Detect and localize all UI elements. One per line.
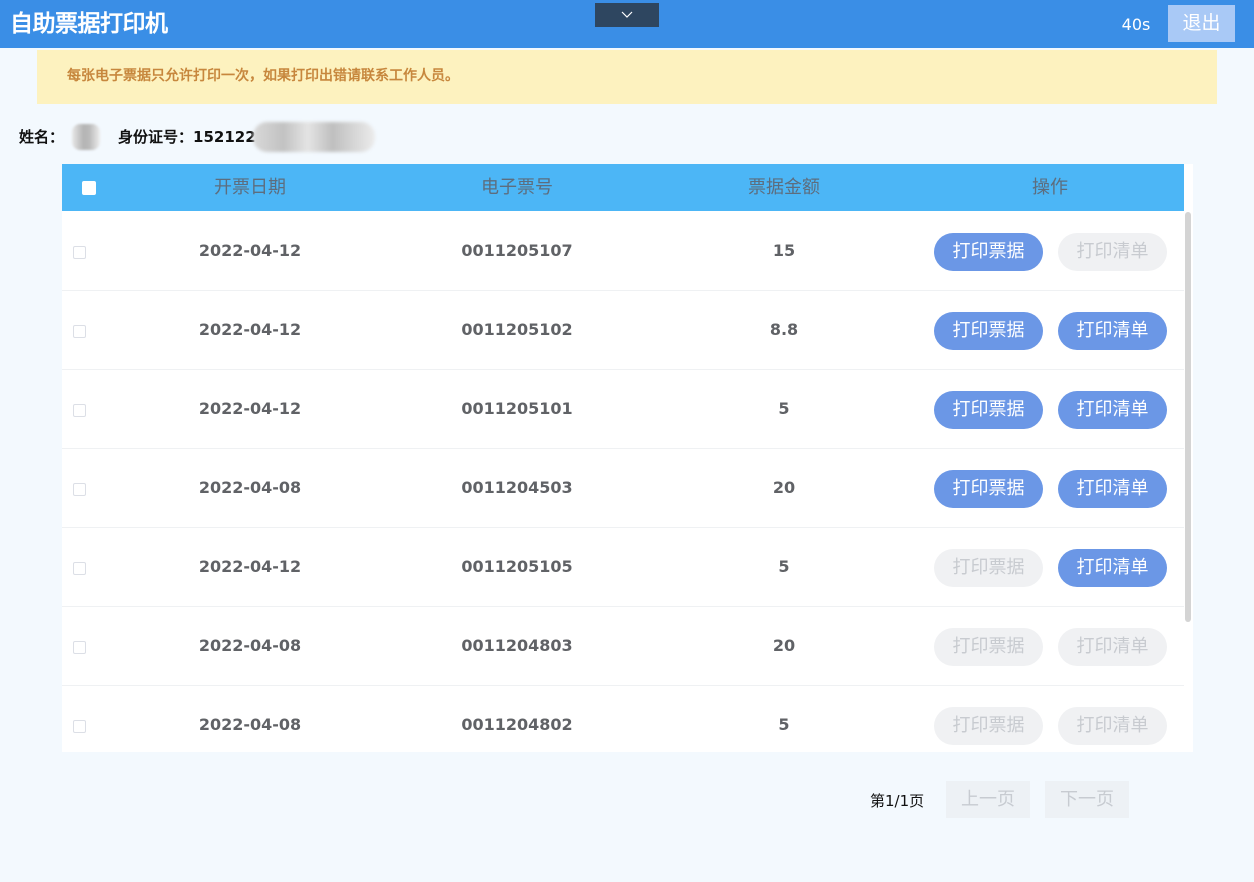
print-list-button[interactable]: 打印清单 [1058,549,1167,587]
prev-page-button[interactable]: 上一页 [946,781,1030,818]
row-checkbox[interactable] [73,483,86,496]
print-receipt-button[interactable]: 打印票据 [934,312,1043,350]
countdown-timer: 40s [1121,15,1151,34]
bill-amount-cell: 5 [778,715,790,734]
table-row: 2022-04-12 0011205105 5 打印票据 打印清单 [62,528,1184,607]
column-header-date: 开票日期 [214,177,286,198]
bill-number-cell: 0011205105 [461,557,573,576]
issue-date-cell: 2022-04-12 [198,557,302,576]
table-header: 开票日期 电子票号 票据金额 操作 [62,164,1184,211]
issue-date-cell: 2022-04-12 [198,241,302,260]
bill-number-cell: 0011204802 [461,715,573,734]
issue-date-cell: 2022-04-12 [198,320,302,339]
notice-text: 每张电子票据只允许打印一次，如果打印出错请联系工作人员。 [67,68,459,84]
bill-table: 开票日期 电子票号 票据金额 操作 2022-04-12 0011205107 15… [62,164,1193,752]
exit-button[interactable]: 退出 [1168,5,1235,42]
print-receipt-button[interactable]: 打印票据 [934,233,1043,271]
table-scrollbar[interactable] [1184,212,1193,752]
table-row: 2022-04-12 0011205107 15 打印票据 打印清单 [62,212,1184,291]
bill-amount-cell: 5 [778,557,790,576]
user-info: 姓名： 身份证号：152122 [19,122,375,152]
print-list-button[interactable]: 打印清单 [1058,312,1167,350]
issue-date-cell: 2022-04-08 [198,636,302,655]
bill-amount-cell: 20 [772,478,796,497]
print-list-button: 打印清单 [1058,628,1167,666]
print-receipt-button: 打印票据 [934,707,1043,745]
next-page-button[interactable]: 下一页 [1045,781,1129,818]
row-checkbox[interactable] [73,562,86,575]
bill-amount-cell: 5 [778,399,790,418]
app-title: 自助票据打印机 [10,11,168,37]
print-receipt-button: 打印票据 [934,549,1043,587]
print-receipt-button: 打印票据 [934,628,1043,666]
print-list-button[interactable]: 打印清单 [1058,391,1167,429]
id-label: 身份证号： [118,128,194,146]
print-receipt-button[interactable]: 打印票据 [934,391,1043,429]
print-receipt-button[interactable]: 打印票据 [934,470,1043,508]
table-row: 2022-04-08 0011204503 20 打印票据 打印清单 [62,449,1184,528]
row-checkbox[interactable] [73,720,86,733]
scrollbar-thumb[interactable] [1185,212,1191,622]
id-redacted [252,122,375,152]
bill-amount-cell: 8.8 [769,320,799,339]
notice-banner: 每张电子票据只允许打印一次，如果打印出错请联系工作人员。 [37,50,1217,104]
page-indicator: 第1/1页 [870,792,925,810]
table-row: 2022-04-12 0011205102 8.8 打印票据 打印清单 [62,291,1184,370]
chevron-down-icon [621,11,633,18]
bill-number-cell: 0011205101 [461,399,573,418]
table-row: 2022-04-08 0011204802 5 打印票据 打印清单 [62,686,1184,752]
issue-date-cell: 2022-04-12 [198,399,302,418]
table-row: 2022-04-08 0011204803 20 打印票据 打印清单 [62,607,1184,686]
print-list-button: 打印清单 [1058,707,1167,745]
table-row: 2022-04-12 0011205101 5 打印票据 打印清单 [62,370,1184,449]
name-label: 姓名： [19,128,65,146]
row-checkbox[interactable] [73,404,86,417]
print-list-button[interactable]: 打印清单 [1058,470,1167,508]
row-checkbox[interactable] [73,246,86,259]
column-header-actions: 操作 [1032,177,1068,198]
bill-number-cell: 0011205102 [461,320,573,339]
column-header-number: 电子票号 [481,177,553,198]
bill-amount-cell: 20 [772,636,796,655]
select-all-checkbox[interactable] [82,181,96,195]
collapse-toggle-button[interactable] [595,3,659,27]
bill-amount-cell: 15 [772,241,796,260]
column-header-amount: 票据金额 [748,177,820,198]
id-number-prefix: 152122 [193,128,256,146]
issue-date-cell: 2022-04-08 [198,715,302,734]
issue-date-cell: 2022-04-08 [198,478,302,497]
name-redacted [72,124,101,150]
row-checkbox[interactable] [73,325,86,338]
bill-number-cell: 0011205107 [461,241,573,260]
app-header: 自助票据打印机 40s 退出 [0,0,1254,48]
row-checkbox[interactable] [73,641,86,654]
bill-number-cell: 0011204503 [461,478,573,497]
bill-number-cell: 0011204803 [461,636,573,655]
print-list-button: 打印清单 [1058,233,1167,271]
